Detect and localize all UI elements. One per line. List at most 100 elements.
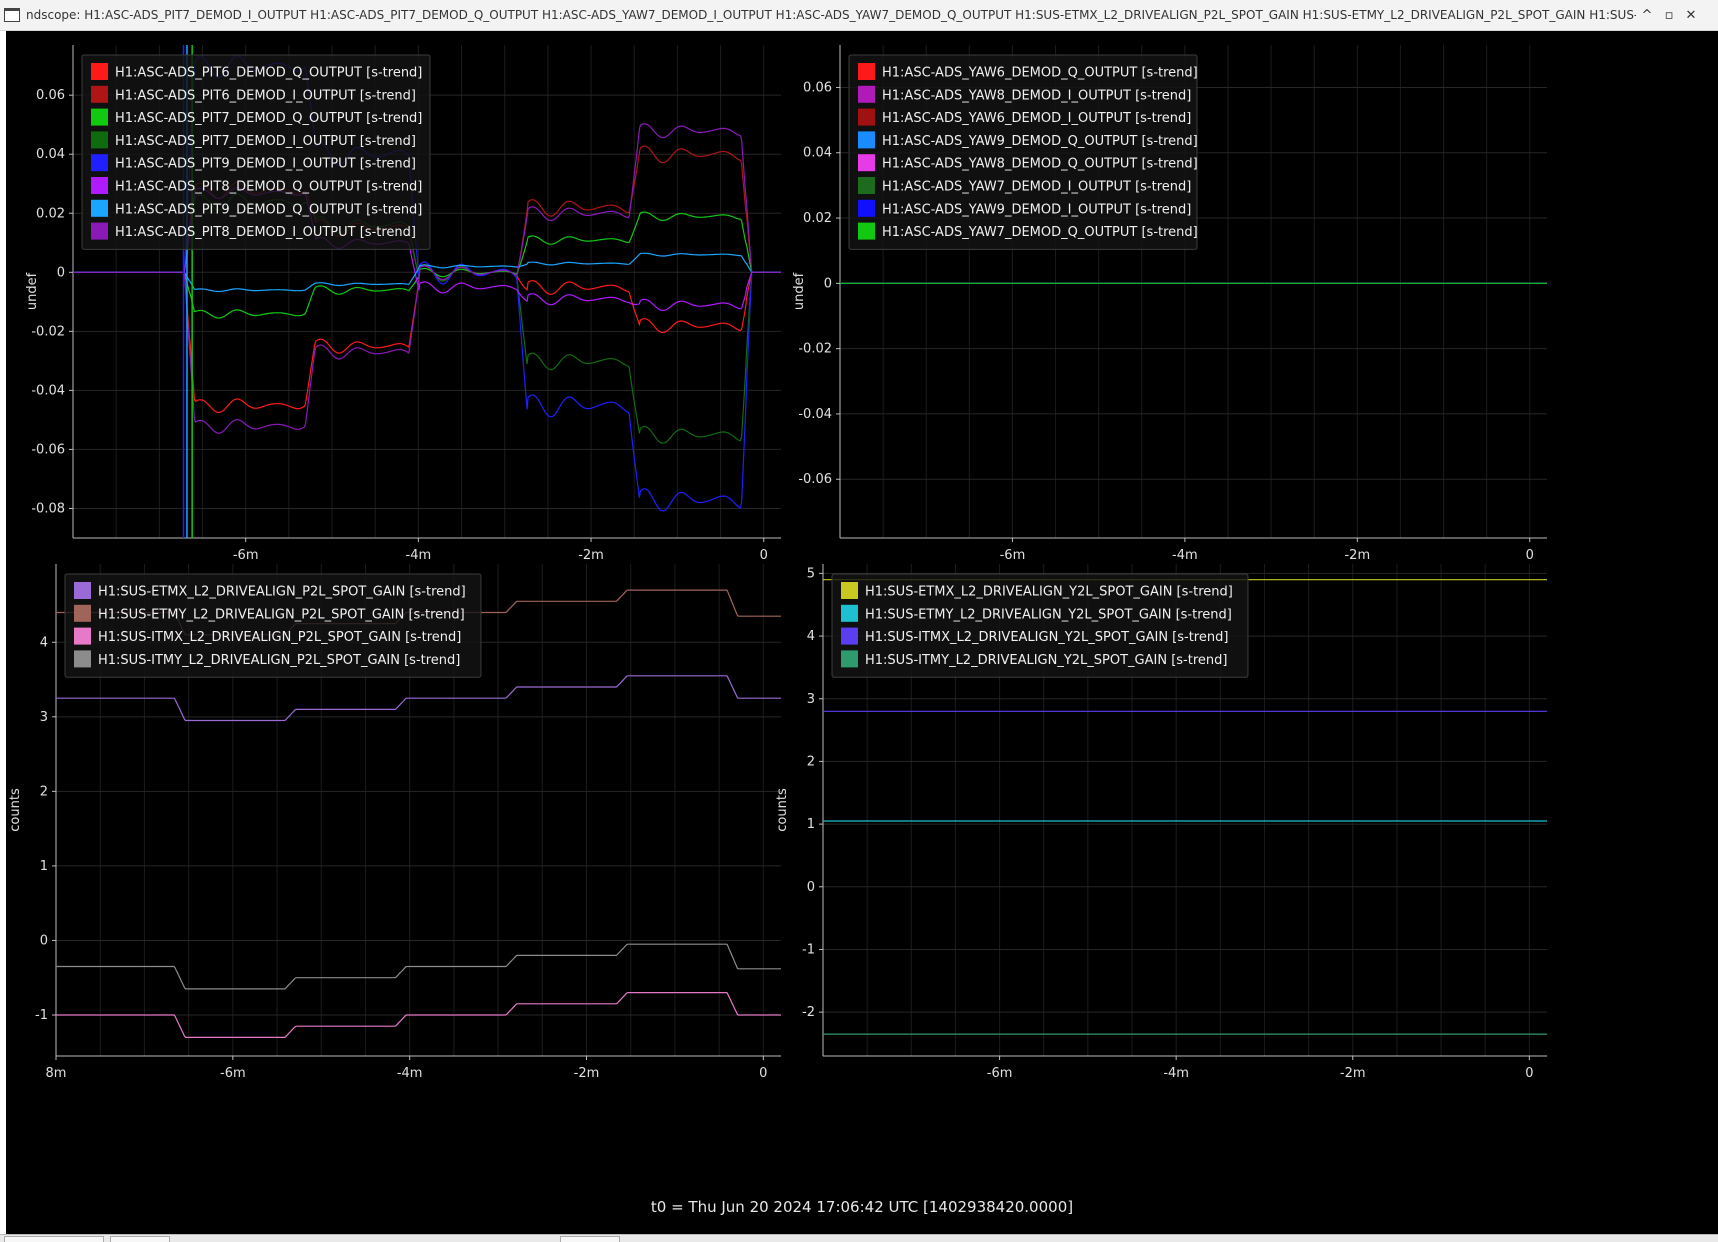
legend-swatch	[91, 85, 108, 103]
legend-swatch	[91, 131, 108, 149]
y-tick-label: 2	[40, 784, 48, 799]
y-tick-label: -0.04	[31, 383, 65, 398]
plot-panel-bottom-left[interactable]: 8m -6m -4m -2m 0 4 3 2 1 0 -1 counts H1:SUS-ETMX_L2_…	[8, 564, 781, 1081]
legend-swatch	[858, 177, 875, 194]
legend[interactable]: H1:SUS-ETMX_L2_DRIVEALIGN_P2L_SPOT_GAIN …	[64, 573, 482, 678]
app-window-icon	[4, 8, 20, 22]
legend-entry: H1:ASC-ADS_PIT8_DEMOD_I_OUTPUT [s-trend]	[115, 225, 416, 240]
legend-swatch	[74, 604, 91, 622]
tab-2[interactable]	[110, 1236, 170, 1242]
legend-entry: H1:SUS-ETMY_L2_DRIVEALIGN_Y2L_SPOT_GAIN …	[865, 607, 1232, 622]
plot-panel-top-left[interactable]: -6m -4m -2m 0 0.06 0.04 0.02 0 -0.02 -0.04 -0.06 -0…	[25, 45, 781, 563]
y-axis-label: counts	[8, 788, 23, 832]
y-tick-label: -0.06	[798, 472, 832, 487]
y-tick-label: 3	[807, 692, 815, 707]
y-tick-label: 0.04	[36, 147, 65, 162]
x-tick-label: -4m	[406, 548, 432, 563]
legend-swatch	[858, 199, 875, 217]
legend-swatch	[74, 650, 91, 668]
legend-entry: H1:ASC-ADS_YAW7_DEMOD_I_OUTPUT [s-trend]	[882, 180, 1191, 195]
y-tick-label: -0.08	[31, 501, 65, 516]
legend-entry: H1:ASC-ADS_PIT6_DEMOD_I_OUTPUT [s-trend]	[115, 88, 416, 103]
legend-swatch	[91, 222, 108, 240]
x-tick-label: -6m	[1000, 548, 1026, 563]
legend-entry: H1:SUS-ETMX_L2_DRIVEALIGN_Y2L_SPOT_GAIN …	[865, 585, 1233, 600]
legend-entry: H1:ASC-ADS_PIT6_DEMOD_Q_OUTPUT [s-trend]	[115, 66, 422, 81]
y-tick-label: -0.02	[798, 342, 832, 357]
x-tick-label: -2m	[574, 1066, 600, 1081]
plots-canvas[interactable]: -6m -4m -2m 0 0.06 0.04 0.02 0 -0.02 -0.04 -0.06 -0…	[6, 31, 1718, 1191]
y-tick-label: 5	[807, 566, 815, 581]
y-tick-label: 0.02	[36, 206, 65, 221]
legend-swatch	[91, 154, 108, 172]
legend[interactable]: H1:ASC-ADS_YAW6_DEMOD_Q_OUTPUT [s-trend]…	[848, 54, 1198, 250]
y-tick-label: 0	[40, 933, 48, 948]
legend[interactable]: H1:ASC-ADS_PIT6_DEMOD_Q_OUTPUT [s-trend]…	[81, 54, 431, 250]
y-tick-label: -0.06	[31, 442, 65, 457]
legend-entry: H1:ASC-ADS_PIT7_DEMOD_Q_OUTPUT [s-trend]	[115, 111, 422, 126]
legend-swatch	[74, 582, 91, 599]
y-tick-label: -2	[802, 1005, 815, 1020]
y-tick-label: -1	[802, 942, 815, 957]
plot-panel-bottom-right[interactable]: -6m -4m -2m 0 5 4 3 2 1 0 -1 -2 counts H1:SUS-ETMX_L2…	[775, 564, 1547, 1081]
y-tick-label: 0.04	[803, 146, 832, 161]
y-tick-label: 1	[40, 859, 48, 874]
legend-entry: H1:ASC-ADS_PIT7_DEMOD_I_OUTPUT [s-trend]	[115, 134, 416, 149]
minimize-icon[interactable]: ^	[1636, 8, 1658, 23]
y-tick-label: 3	[40, 710, 48, 725]
x-tick-label: 8m	[46, 1066, 67, 1081]
legend-background	[848, 54, 1198, 250]
y-tick-label: 2	[807, 754, 815, 769]
plot-panel-top-right[interactable]: -6m -4m -2m 0 0.06 0.04 0.02 0 -0.02 -0.04 -0.06 un…	[792, 45, 1547, 563]
legend-swatch	[858, 108, 875, 126]
window-titlebar: ndscope: H1:ASC-ADS_PIT7_DEMOD_I_OUTPUT …	[0, 0, 1718, 31]
x-tick-label: -6m	[233, 548, 259, 563]
y-tick-label: 1	[807, 817, 815, 832]
x-tick-label: -2m	[1344, 548, 1370, 563]
legend[interactable]: H1:SUS-ETMX_L2_DRIVEALIGN_Y2L_SPOT_GAIN …	[831, 573, 1249, 678]
legend-entry: H1:SUS-ITMY_L2_DRIVEALIGN_P2L_SPOT_GAIN …	[98, 653, 460, 668]
x-tick-label: 0	[760, 548, 768, 563]
close-icon[interactable]: ✕	[1680, 8, 1702, 23]
legend-entry: H1:ASC-ADS_YAW9_DEMOD_Q_OUTPUT [s-trend]	[882, 134, 1198, 149]
series-line-3	[56, 943, 781, 990]
scope-main-area: -6m -4m -2m 0 0.06 0.04 0.02 0 -0.02 -0.04 -0.06 -0…	[6, 31, 1718, 1234]
legend-swatch	[858, 222, 875, 240]
legend-swatch	[91, 108, 108, 126]
y-tick-label: 0	[824, 276, 832, 291]
x-tick-label: -2m	[578, 548, 604, 563]
legend-swatch	[841, 650, 858, 668]
legend-swatch	[91, 199, 108, 217]
t0-label: t0 = Thu Jun 20 2024 17:06:42 UTC [14029…	[650, 1198, 1074, 1216]
y-tick-label: 0	[57, 265, 65, 280]
tab-1[interactable]	[4, 1236, 104, 1242]
legend-background	[81, 54, 431, 250]
legend-entry: H1:ASC-ADS_YAW6_DEMOD_Q_OUTPUT [s-trend]	[882, 66, 1198, 81]
series-line-0	[56, 675, 781, 722]
window-title: ndscope: H1:ASC-ADS_PIT7_DEMOD_I_OUTPUT …	[26, 8, 1636, 22]
legend-entry: H1:ASC-ADS_YAW6_DEMOD_I_OUTPUT [s-trend]	[882, 111, 1191, 126]
legend-entry: H1:SUS-ITMX_L2_DRIVEALIGN_Y2L_SPOT_GAIN …	[865, 630, 1228, 645]
legend-entry: H1:SUS-ETMY_L2_DRIVEALIGN_P2L_SPOT_GAIN …	[98, 607, 465, 622]
x-tick-label: 0	[1526, 548, 1534, 563]
x-tick-label: 0	[759, 1066, 767, 1081]
legend-swatch	[91, 177, 108, 194]
legend-entry: H1:ASC-ADS_YAW7_DEMOD_Q_OUTPUT [s-trend]	[882, 225, 1198, 240]
x-tick-label: 0	[1525, 1066, 1533, 1081]
y-tick-label: 0	[807, 880, 815, 895]
x-tick-label: -6m	[220, 1066, 246, 1081]
y-tick-label: 0.06	[803, 80, 832, 95]
x-tick-label: -6m	[987, 1066, 1013, 1081]
y-axis-label: undef	[792, 272, 807, 310]
y-tick-label: -0.02	[31, 324, 65, 339]
y-axis-label: undef	[25, 272, 40, 310]
y-tick-label: -0.04	[798, 407, 832, 422]
legend-entry: H1:ASC-ADS_YAW9_DEMOD_I_OUTPUT [s-trend]	[882, 202, 1191, 217]
legend-swatch	[858, 154, 875, 172]
legend-entry: H1:SUS-ITMX_L2_DRIVEALIGN_P2L_SPOT_GAIN …	[98, 630, 461, 645]
restore-icon[interactable]: ▫	[1658, 8, 1680, 23]
legend-entry: H1:ASC-ADS_PIT9_DEMOD_I_OUTPUT [s-trend]	[115, 157, 416, 172]
legend-swatch	[858, 85, 875, 103]
tab-3[interactable]	[560, 1236, 620, 1242]
y-tick-label: 4	[40, 635, 48, 650]
